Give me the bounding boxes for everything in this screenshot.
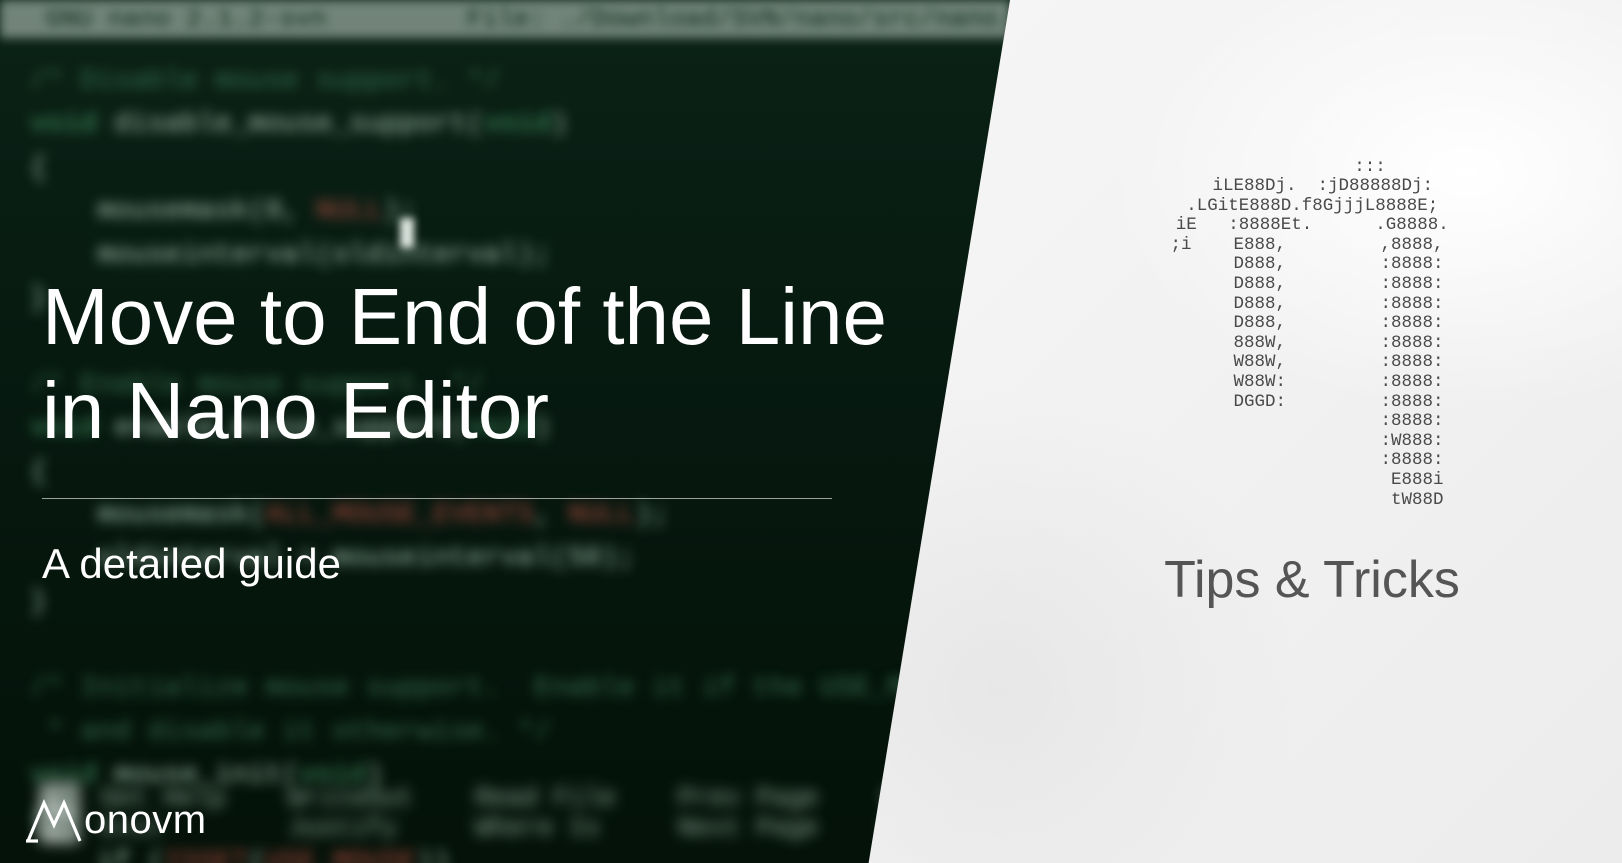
headline-divider (42, 498, 832, 499)
monovm-logo-icon (24, 797, 82, 845)
left-panel: GNU nano 2.1.2-svn File: ./Download/SVN/… (0, 0, 1010, 863)
banner-headline: Move to End of the Line in Nano Editor (42, 270, 902, 459)
monovm-logo: onovm (24, 797, 207, 845)
nano-ascii-logo: ::: iLE88Dj. :jD88888Dj: .LGitE888D.f8Gj… (1097, 158, 1517, 511)
monovm-logo-text: onovm (84, 798, 207, 845)
banner-stage: ::: iLE88Dj. :jD88888Dj: .LGitE888D.f8Gj… (0, 0, 1622, 863)
editor-cursor (400, 218, 414, 248)
tips-and-tricks-heading: Tips & Tricks (1052, 550, 1572, 610)
banner-subline: A detailed guide (42, 540, 341, 588)
